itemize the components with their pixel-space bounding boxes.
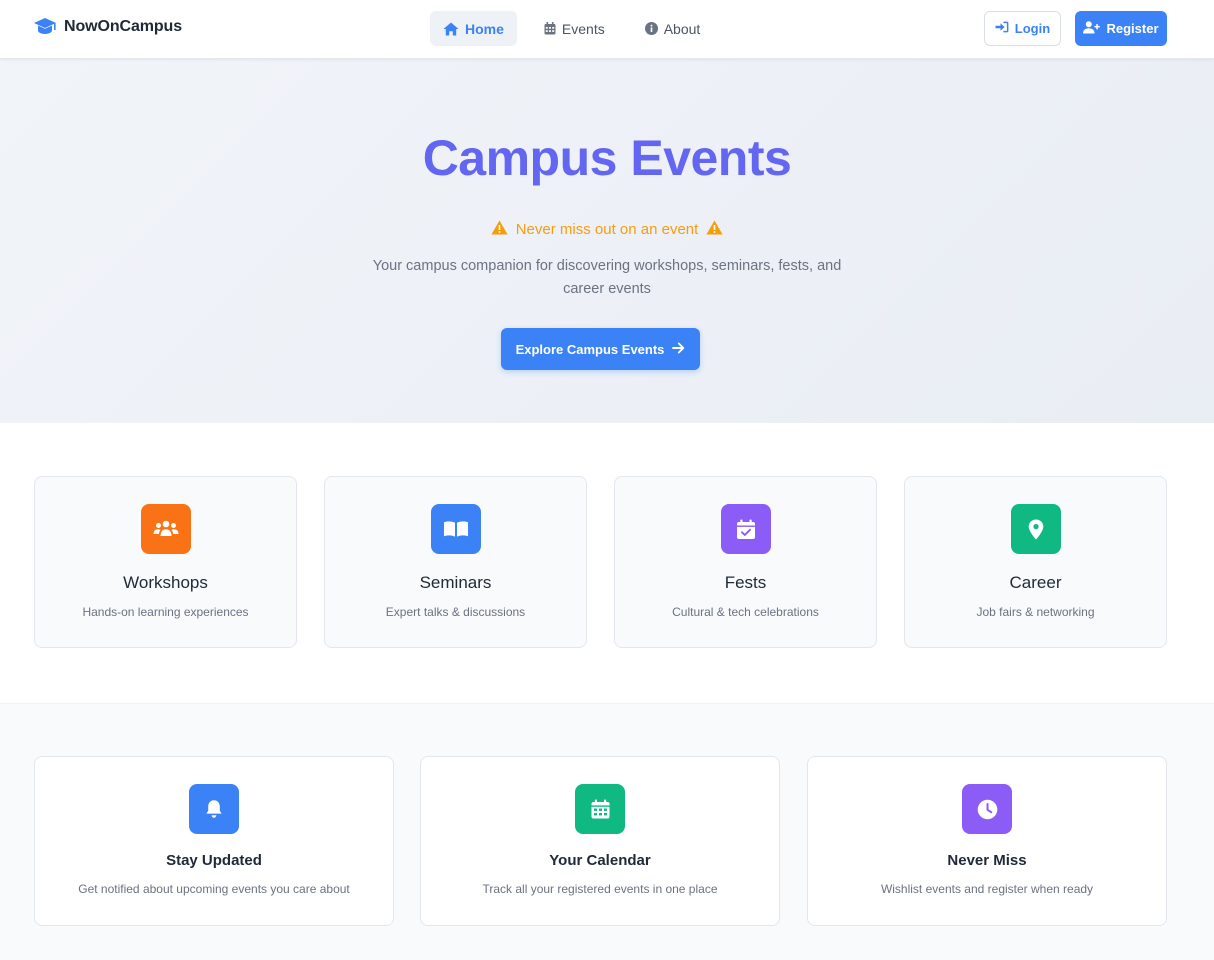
feature-title: Never Miss (947, 852, 1027, 869)
feature-subtitle: Track all your registered events in one … (482, 882, 718, 896)
feature-title: Stay Updated (166, 852, 262, 869)
brand-name: NowOnCampus (64, 18, 183, 35)
categories-section: Workshops Hands-on learning experiences … (0, 423, 1214, 703)
bell-icon (189, 784, 239, 834)
category-subtitle: Hands-on learning experiences (82, 605, 249, 619)
info-icon (644, 22, 658, 35)
hero-title: Campus Events (422, 130, 792, 186)
calendar-grid-icon (575, 784, 625, 834)
clock-icon (962, 784, 1012, 834)
nav-home-label: Home (465, 20, 504, 37)
brand[interactable]: NowOnCampus (33, 17, 182, 37)
user-plus-icon (1083, 20, 1101, 37)
warning-icon (706, 220, 723, 239)
features-section: Stay Updated Get notified about upcoming… (0, 703, 1214, 960)
hero-tagline-text: Never miss out on an event (515, 221, 699, 238)
book-open-icon (431, 504, 481, 554)
login-button[interactable]: Login (984, 11, 1061, 46)
feature-subtitle: Get notified about upcoming events you c… (78, 882, 350, 896)
explore-events-label: Explore Campus Events (515, 341, 665, 357)
category-subtitle: Cultural & tech celebrations (672, 605, 819, 619)
category-subtitle: Expert talks & discussions (385, 605, 526, 619)
category-title: Fests (724, 573, 767, 592)
nav-about[interactable]: About (632, 11, 714, 46)
calendar-check-icon (721, 504, 771, 554)
hero-tagline: Never miss out on an event (0, 220, 1214, 239)
category-subtitle: Job fairs & networking (976, 605, 1095, 619)
feature-card-stay-updated: Stay Updated Get notified about upcoming… (34, 756, 394, 926)
category-card-seminars[interactable]: Seminars Expert talks & discussions (324, 476, 587, 648)
home-icon (443, 22, 459, 36)
category-title: Seminars (419, 573, 492, 592)
nav-home[interactable]: Home (430, 11, 517, 46)
nav-events-label: Events (561, 20, 605, 37)
nav-about-label: About (663, 20, 701, 37)
feature-card-never-miss: Never Miss Wishlist events and register … (807, 756, 1167, 926)
hero-section: Campus Events Never miss out on an event… (0, 59, 1214, 423)
category-card-career[interactable]: Career Job fairs & networking (904, 476, 1167, 648)
register-label: Register (1106, 21, 1159, 36)
calendar-icon (544, 22, 556, 35)
login-label: Login (1014, 21, 1051, 36)
map-pin-icon (1011, 504, 1061, 554)
category-card-workshops[interactable]: Workshops Hands-on learning experiences (34, 476, 297, 648)
category-title: Workshops (123, 573, 208, 592)
feature-card-your-calendar: Your Calendar Track all your registered … (420, 756, 780, 926)
explore-events-button[interactable]: Explore Campus Events (501, 328, 700, 370)
warning-icon (491, 220, 508, 239)
arrow-right-icon (672, 342, 685, 357)
sign-in-icon (995, 21, 1009, 36)
users-icon (141, 504, 191, 554)
category-card-fests[interactable]: Fests Cultural & tech celebrations (614, 476, 877, 648)
category-title: Career (1009, 573, 1062, 592)
hero-description: Your campus companion for discovering wo… (372, 258, 842, 297)
feature-title: Your Calendar (549, 852, 651, 869)
nav-events[interactable]: Events (531, 11, 618, 46)
graduation-cap-icon (33, 17, 57, 37)
register-button[interactable]: Register (1075, 11, 1167, 46)
nav-links: Home Events About (430, 11, 727, 46)
navbar: NowOnCampus Home Events About Login Regi… (0, 0, 1214, 59)
feature-subtitle: Wishlist events and register when ready (880, 882, 1094, 896)
